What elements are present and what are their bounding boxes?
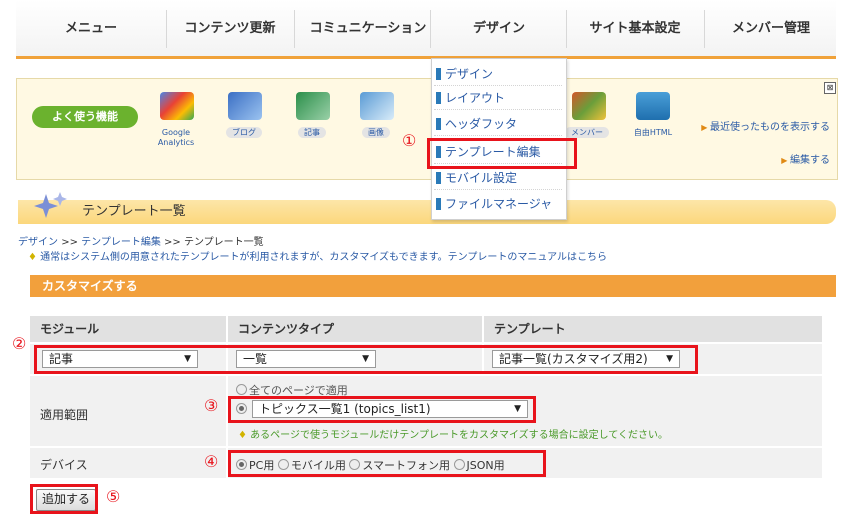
annotation-4: ④ [204, 452, 219, 471]
nav-menu[interactable]: メニュー [26, 0, 156, 56]
highlight-box-4 [228, 450, 546, 477]
page-title: テンプレート一覧 [82, 204, 186, 219]
edit-link[interactable]: ▶ 編集する [700, 151, 830, 166]
nav-divider [566, 10, 567, 48]
breadcrumb: デザイン >> テンプレート編集 >> テンプレート一覧 [18, 233, 264, 248]
annotation-1: ① [402, 131, 417, 150]
nav-divider [430, 10, 431, 48]
nav-divider [166, 10, 167, 48]
info-note-text: 通常はシステム側の用意されたテンプレートが利用されますが、カスタマイズもできます… [40, 252, 578, 263]
device-label: デバイス [40, 458, 88, 472]
show-recent-link-label[interactable]: 最近使ったものを表示する [710, 122, 830, 133]
free-html-icon[interactable] [636, 92, 670, 120]
bullet-icon [436, 68, 441, 80]
dropdown-item-label[interactable]: モバイル設定 [445, 171, 517, 185]
triangle-icon: ▶ [701, 123, 710, 132]
image-icon[interactable] [360, 92, 394, 120]
quick-functions-title: よく使う機能 [32, 106, 138, 128]
highlight-box-3 [228, 396, 536, 423]
quick-item-article[interactable]: 記事 [288, 127, 336, 138]
breadcrumb-design[interactable]: デザイン [18, 237, 58, 248]
highlight-box-2 [34, 345, 698, 374]
scope-label: 適用範囲 [40, 408, 89, 422]
header-content-type: コンテンツタイプ [228, 316, 482, 342]
show-recent-link[interactable]: ▶ 最近使ったものを表示する [700, 122, 830, 134]
breadcrumb-separator: >> [61, 237, 78, 248]
annotation-5: ⑤ [106, 487, 121, 506]
header-template: テンプレート [484, 316, 822, 342]
lightbulb-icon: ♦ [238, 430, 251, 441]
quick-item-member-label[interactable]: メンバー [565, 127, 609, 138]
quick-item-member[interactable]: メンバー [562, 127, 612, 138]
quick-item-free-html[interactable]: 自由HTML [624, 128, 682, 138]
nav-site-settings[interactable]: サイト基本設定 [568, 0, 702, 56]
blog-icon[interactable] [228, 92, 262, 120]
info-note: ♦ 通常はシステム側の用意されたテンプレートが利用されますが、カスタマイズもでき… [28, 248, 607, 263]
scope-hint: ♦ あるページで使うモジュールだけテンプレートをカスタマイズする場合に設定してく… [238, 426, 668, 441]
manual-link[interactable]: こちら [577, 252, 607, 263]
dropdown-item-layout[interactable]: レイアウト [434, 87, 562, 110]
quick-item-image-label[interactable]: 画像 [362, 127, 390, 138]
dropdown-item-label[interactable]: デザイン [445, 67, 493, 81]
dropdown-item-mobile-settings[interactable]: モバイル設定 [434, 167, 562, 190]
highlight-box-5 [30, 484, 98, 514]
nav-design[interactable]: デザイン [432, 0, 566, 56]
quick-item-blog[interactable]: ブログ [220, 127, 268, 138]
scope-hint-text: あるページで使うモジュールだけテンプレートをカスタマイズする場合に設定してくださ… [250, 430, 669, 441]
bullet-icon [436, 118, 441, 130]
google-analytics-icon[interactable] [160, 92, 194, 120]
radio-icon[interactable] [236, 384, 247, 395]
dropdown-item-design[interactable]: デザイン [434, 63, 562, 86]
quick-item-blog-label[interactable]: ブログ [226, 127, 262, 138]
lightbulb-icon: ♦ [28, 252, 37, 263]
bullet-icon [436, 198, 441, 210]
dropdown-item-label[interactable]: レイアウト [445, 91, 505, 105]
nav-divider [704, 10, 705, 48]
dropdown-item-file-manager[interactable]: ファイルマネージャ [434, 193, 562, 215]
members-icon[interactable] [572, 92, 606, 120]
quick-item-image[interactable]: 画像 [352, 127, 400, 138]
header-module: モジュール [30, 316, 226, 342]
annotation-3: ③ [204, 396, 219, 415]
nav-divider [294, 10, 295, 48]
dropdown-item-header-footer[interactable]: ヘッダフッタ [434, 113, 562, 136]
breadcrumb-current: テンプレート一覧 [183, 237, 264, 248]
dropdown-item-label[interactable]: ヘッダフッタ [445, 117, 517, 131]
article-icon[interactable] [296, 92, 330, 120]
quick-item-article-label[interactable]: 記事 [298, 127, 326, 138]
bullet-icon [436, 172, 441, 184]
edit-link-label[interactable]: 編集する [790, 155, 830, 166]
quick-item-google-analytics[interactable]: Google Analytics [146, 128, 206, 148]
sparkle-icon [34, 190, 70, 224]
nav-member-admin[interactable]: メンバー管理 [706, 0, 836, 56]
breadcrumb-separator: >> [164, 237, 181, 248]
annotation-2: ② [12, 334, 27, 353]
close-icon[interactable]: ⊠ [824, 82, 836, 94]
top-nav: メニュー コンテンツ更新 コミュニケーション デザイン サイト基本設定 メンバー… [16, 0, 836, 59]
customize-section-header: カスタマイズする [30, 275, 836, 297]
highlight-box-1 [427, 138, 577, 169]
bullet-icon [436, 92, 441, 104]
nav-content-update[interactable]: コンテンツ更新 [168, 0, 292, 56]
nav-communication[interactable]: コミュニケーション [296, 0, 440, 56]
dropdown-item-label[interactable]: ファイルマネージャ [445, 197, 552, 211]
triangle-icon: ▶ [781, 156, 790, 165]
breadcrumb-template-edit[interactable]: テンプレート編集 [81, 237, 161, 248]
